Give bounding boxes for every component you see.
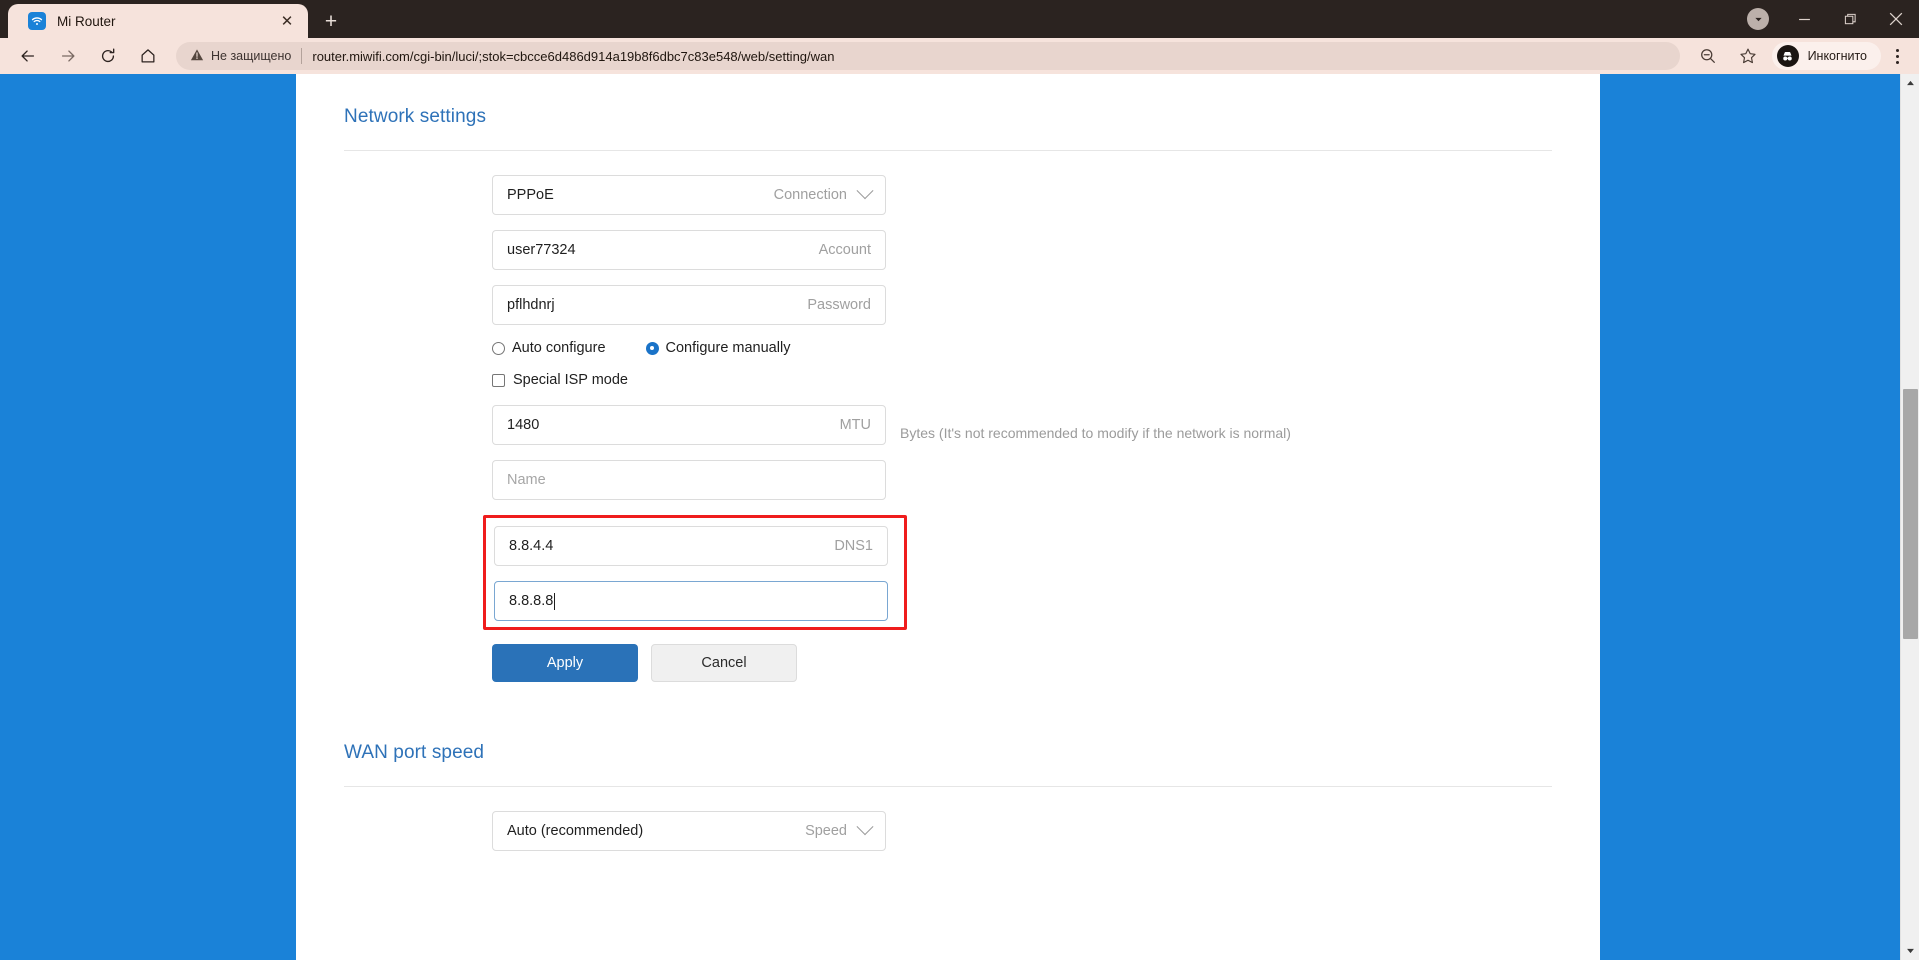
incognito-label: Инкогнито xyxy=(1807,49,1867,63)
mtu-row: 1480 MTU Bytes (It's not recommended to … xyxy=(492,405,1552,460)
dns-highlight-box: 8.8.4.4 DNS1 8.8.8.8 xyxy=(483,515,907,630)
reload-icon[interactable] xyxy=(93,41,123,71)
password-input[interactable]: pflhdnrj Password xyxy=(492,285,886,325)
config-mode-radio-group: Auto configure Configure manually xyxy=(492,340,1552,356)
connection-type-label: Connection xyxy=(773,187,847,203)
checkbox-icon xyxy=(492,373,505,387)
new-tab-button[interactable]: + xyxy=(316,6,346,36)
connection-type-select[interactable]: PPPoE Connection xyxy=(492,175,886,215)
vertical-scrollbar[interactable] xyxy=(1900,74,1919,960)
incognito-indicator[interactable]: Инкогнито xyxy=(1771,42,1881,70)
name-placeholder: Name xyxy=(507,472,546,488)
back-icon[interactable] xyxy=(13,41,43,71)
mtu-label: MTU xyxy=(839,417,871,433)
chevron-down-icon xyxy=(1747,8,1769,30)
wan-port-speed-section: WAN port speed Auto (recommended) Speed xyxy=(296,690,1600,906)
wan-speed-select[interactable]: Auto (recommended) Speed xyxy=(492,811,886,851)
radio-auto-configure[interactable]: Auto configure xyxy=(492,340,606,356)
radio-auto-configure-label: Auto configure xyxy=(512,340,606,356)
home-icon[interactable] xyxy=(133,41,163,71)
omnibox-divider xyxy=(301,48,303,64)
chevron-down-icon xyxy=(856,182,874,200)
wan-port-speed-title: WAN port speed xyxy=(344,742,485,763)
account-label: Account xyxy=(818,242,871,258)
dns2-value: 8.8.8.8 xyxy=(509,593,554,609)
warning-triangle-icon xyxy=(190,48,204,65)
scrollbar-thumb[interactable] xyxy=(1903,389,1918,639)
close-icon[interactable]: ✕ xyxy=(276,10,298,32)
account-input[interactable]: user77324 Account xyxy=(492,230,886,270)
wan-speed-value: Auto (recommended) xyxy=(507,823,644,839)
password-value: pflhdnrj xyxy=(507,297,555,313)
wan-speed-label: Speed xyxy=(805,823,847,839)
tab-title: Mi Router xyxy=(57,13,116,29)
account-value: user77324 xyxy=(507,242,576,258)
forward-icon[interactable] xyxy=(53,41,83,71)
browser-tab[interactable]: Mi Router ✕ xyxy=(8,4,308,38)
security-status[interactable]: Не защищено xyxy=(190,48,291,65)
apply-button[interactable]: Apply xyxy=(492,644,638,682)
zoom-out-icon[interactable] xyxy=(1693,41,1723,71)
network-settings-form: PPPoE Connection user77324 Account pflhd… xyxy=(344,151,1552,690)
connection-type-value: PPPoE xyxy=(507,187,554,203)
cancel-button[interactable]: Cancel xyxy=(651,644,797,682)
form-actions: Apply Cancel xyxy=(492,644,1552,690)
scroll-down-icon[interactable] xyxy=(1901,942,1919,960)
router-settings-panel: Network settings PPPoE Connection user77… xyxy=(296,74,1600,960)
address-bar[interactable]: Не защищено router.miwifi.com/cgi-bin/lu… xyxy=(176,42,1680,70)
mtu-input[interactable]: 1480 MTU xyxy=(492,405,886,445)
dns1-input[interactable]: 8.8.4.4 DNS1 xyxy=(494,526,888,566)
downloads-button[interactable] xyxy=(1735,0,1781,38)
text-cursor xyxy=(554,592,556,610)
radio-icon xyxy=(492,341,505,355)
security-label: Не защищено xyxy=(211,49,292,63)
three-dots-icon[interactable] xyxy=(1883,48,1911,64)
url-text: router.miwifi.com/cgi-bin/luci/;stok=cbc… xyxy=(312,48,835,64)
browser-toolbar: Не защищено router.miwifi.com/cgi-bin/lu… xyxy=(0,38,1919,74)
window-close-button[interactable] xyxy=(1873,0,1919,38)
chevron-down-icon xyxy=(856,818,874,836)
radio-configure-manually-label: Configure manually xyxy=(665,340,791,356)
incognito-hat-icon xyxy=(1776,45,1799,67)
window-controls xyxy=(1735,0,1919,38)
dns1-value: 8.8.4.4 xyxy=(509,538,554,554)
special-isp-mode-label: Special ISP mode xyxy=(513,372,628,388)
browser-window: Mi Router ✕ + Не защищено router.miwifi.… xyxy=(0,0,1919,960)
maximize-button[interactable] xyxy=(1827,0,1873,38)
wan-port-speed-form: Auto (recommended) Speed xyxy=(344,787,1552,851)
mtu-value: 1480 xyxy=(507,417,540,433)
radio-configure-manually[interactable]: Configure manually xyxy=(645,340,791,356)
password-label: Password xyxy=(807,297,871,313)
scroll-up-icon[interactable] xyxy=(1901,74,1919,92)
dns1-label: DNS1 xyxy=(834,538,873,554)
minimize-button[interactable] xyxy=(1781,0,1827,38)
page-title: Network settings xyxy=(344,106,487,127)
dns2-input[interactable]: 8.8.8.8 xyxy=(494,581,888,621)
special-isp-mode-checkbox[interactable]: Special ISP mode xyxy=(492,372,1552,388)
wifi-icon xyxy=(28,12,46,30)
radio-selected-icon xyxy=(645,341,659,355)
page-viewport: Network settings PPPoE Connection user77… xyxy=(0,74,1919,960)
name-input[interactable]: Name xyxy=(492,460,886,500)
star-icon[interactable] xyxy=(1733,41,1763,71)
mtu-hint: Bytes (It's not recommended to modify if… xyxy=(900,424,1291,441)
network-settings-section: Network settings PPPoE Connection user77… xyxy=(296,74,1600,690)
tab-strip: Mi Router ✕ + xyxy=(0,0,1919,38)
